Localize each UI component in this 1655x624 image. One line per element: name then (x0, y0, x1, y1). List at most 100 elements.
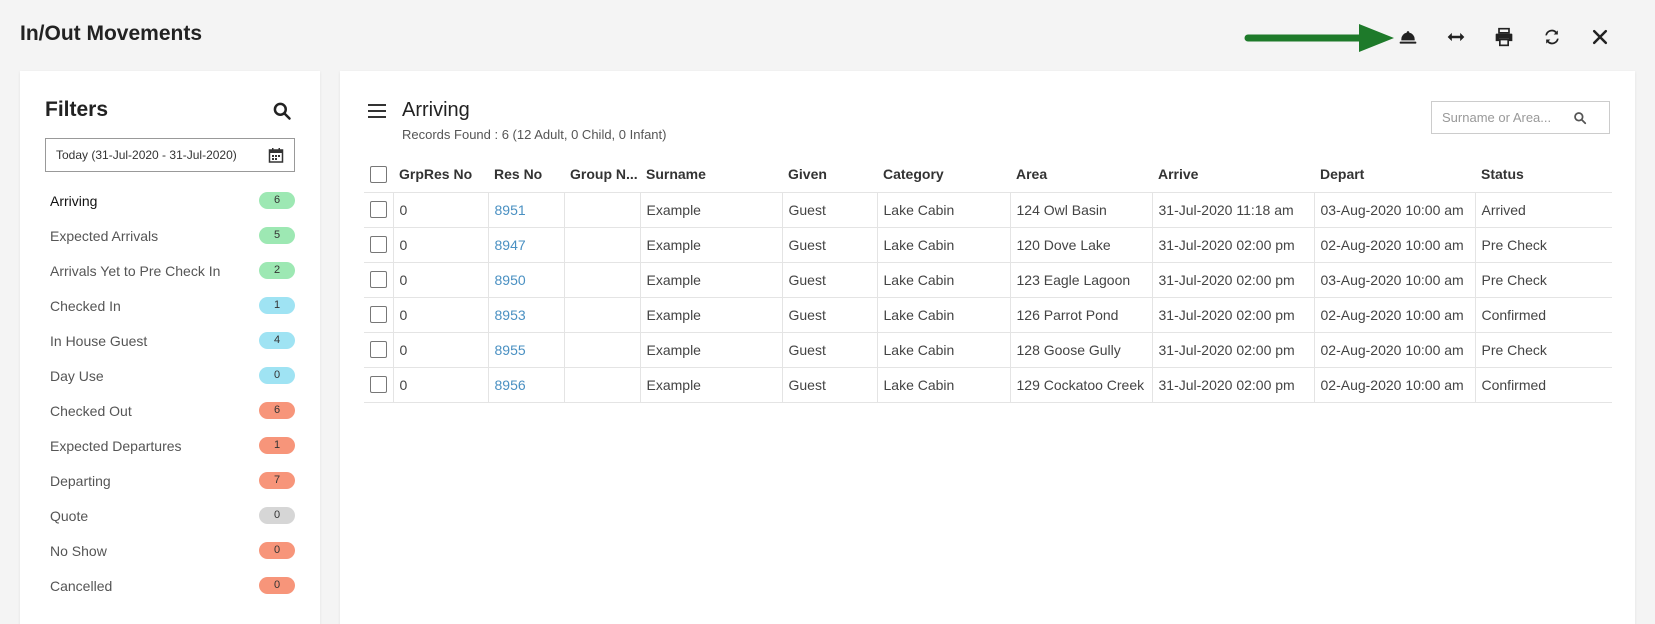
filter-item[interactable]: In House Guest 4 (50, 323, 295, 358)
count-badge: 6 (259, 402, 295, 419)
date-range-field[interactable]: Today (31-Jul-2020 - 31-Jul-2020) (45, 138, 295, 172)
table-row[interactable]: 0 8950 Example Guest Lake Cabin 123 Eagle Lag… (364, 262, 1612, 298)
filter-item[interactable]: Day Use 0 (50, 358, 295, 393)
row-checkbox[interactable] (370, 376, 387, 394)
search-input[interactable]: Surname or Area... (1431, 101, 1610, 134)
table-row[interactable]: 0 8947 Example Guest Lake Cabin 120 Dove Lake… (364, 227, 1612, 263)
filter-label: In House Guest (50, 332, 148, 349)
cell-grp: 0 (392, 227, 488, 263)
column-header[interactable]: Arrive (1152, 156, 1314, 193)
cell-area: 129 Cockatoo Creek (1009, 367, 1152, 403)
cell-res[interactable]: 8953 (487, 297, 564, 333)
cell-surname: Example (639, 227, 782, 263)
cell-res[interactable]: 8950 (487, 262, 564, 298)
cell-res[interactable]: 8955 (487, 332, 564, 368)
calendar-icon[interactable] (268, 147, 284, 163)
cell-res[interactable]: 8951 (487, 192, 564, 228)
column-header[interactable]: Given (782, 156, 877, 193)
row-checkbox[interactable] (370, 306, 387, 324)
select-all-checkbox[interactable] (370, 165, 387, 183)
filter-label: Checked In (50, 297, 121, 314)
filter-item[interactable]: Cancelled 0 (50, 568, 295, 603)
bell-icon[interactable] (1393, 24, 1423, 50)
select-all-checkbox-cell[interactable] (364, 156, 393, 193)
column-header[interactable]: Depart (1314, 156, 1475, 193)
cell-arrive: 31-Jul-2020 02:00 pm (1151, 227, 1314, 263)
table-row[interactable]: 0 8953 Example Guest Lake Cabin 126 Parrot Po… (364, 297, 1612, 333)
table-header: GrpRes No Res No Group N... Surname Given Cat… (364, 156, 1612, 193)
filter-item[interactable]: Quote 0 (50, 498, 295, 533)
column-header[interactable]: Area (1010, 156, 1152, 193)
printer-icon[interactable] (1489, 24, 1519, 50)
row-checkbox[interactable] (370, 236, 387, 254)
refresh-icon[interactable] (1537, 24, 1567, 50)
filter-label: Arriving (50, 192, 98, 209)
cell-res[interactable]: 8947 (487, 227, 564, 263)
filter-item[interactable]: Expected Departures 1 (50, 428, 295, 463)
cell-arrive: 31-Jul-2020 11:18 am (1151, 192, 1314, 228)
cell-arrive: 31-Jul-2020 02:00 pm (1151, 367, 1314, 403)
filter-item[interactable]: Expected Arrivals 5 (50, 218, 295, 253)
column-header[interactable]: Res No (488, 156, 564, 193)
cell-group (563, 297, 640, 333)
filter-label: Quote (50, 507, 89, 524)
cell-surname: Example (639, 367, 782, 403)
cell-area: 126 Parrot Pond (1009, 297, 1152, 333)
page-title: In/Out Movements (20, 22, 203, 45)
cell-depart: 02-Aug-2020 10:00 am (1313, 367, 1475, 403)
records-found: Records Found : 6 (12 Adult, 0 Child, 0 … (402, 127, 667, 142)
cell-group (563, 332, 640, 368)
cell-grp: 0 (392, 192, 488, 228)
row-checkbox-cell (364, 262, 393, 298)
row-checkbox-cell (364, 192, 393, 228)
annotation-arrow (1244, 24, 1394, 52)
filter-item[interactable]: Arrivals Yet to Pre Check In 2 (50, 253, 295, 288)
cell-res[interactable]: 8956 (487, 367, 564, 403)
column-header[interactable]: Surname (640, 156, 782, 193)
table-row[interactable]: 0 8956 Example Guest Lake Cabin 129 Cockatoo … (364, 367, 1612, 403)
cell-depart: 02-Aug-2020 10:00 am (1313, 332, 1475, 368)
filter-item[interactable]: Checked In 1 (50, 288, 295, 323)
cell-grp: 0 (392, 262, 488, 298)
cell-surname: Example (639, 262, 782, 298)
cell-status: Confirmed (1474, 297, 1612, 333)
filter-item[interactable]: Arriving 6 (50, 183, 295, 218)
filter-item[interactable]: Checked Out 6 (50, 393, 295, 428)
column-header[interactable]: Group N... (564, 156, 640, 193)
row-checkbox[interactable] (370, 271, 387, 289)
filter-label: Day Use (50, 367, 104, 384)
date-range-value: Today (31-Jul-2020 - 31-Jul-2020) (56, 148, 237, 162)
search-icon[interactable] (1573, 111, 1587, 125)
filter-list: Arriving 6 Expected Arrivals 5 Arrivals Yet … (50, 183, 295, 603)
row-checkbox-cell (364, 297, 393, 333)
close-icon[interactable] (1585, 24, 1615, 50)
cell-given: Guest (781, 262, 877, 298)
table-row[interactable]: 0 8955 Example Guest Lake Cabin 128 Goose Gul… (364, 332, 1612, 368)
cell-given: Guest (781, 297, 877, 333)
cell-given: Guest (781, 227, 877, 263)
cell-grp: 0 (392, 297, 488, 333)
cell-group (563, 262, 640, 298)
filter-item[interactable]: Departing 7 (50, 463, 295, 498)
cell-status: Arrived (1474, 192, 1612, 228)
filter-item[interactable]: No Show 0 (50, 533, 295, 568)
cell-category: Lake Cabin (876, 367, 1010, 403)
count-badge: 6 (259, 192, 295, 209)
filter-label: Cancelled (50, 577, 113, 594)
hamburger-menu-icon[interactable] (368, 104, 386, 120)
cell-surname: Example (639, 297, 782, 333)
search-icon[interactable] (272, 101, 292, 121)
count-badge: 0 (259, 367, 295, 384)
column-header[interactable]: Category (877, 156, 1010, 193)
column-header[interactable]: Status (1475, 156, 1612, 193)
table-row[interactable]: 0 8951 Example Guest Lake Cabin 124 Owl Basin… (364, 192, 1612, 228)
cell-category: Lake Cabin (876, 227, 1010, 263)
cell-category: Lake Cabin (876, 192, 1010, 228)
row-checkbox[interactable] (370, 341, 387, 359)
row-checkbox[interactable] (370, 201, 387, 219)
arrows-horizontal-icon[interactable] (1441, 24, 1471, 50)
main-panel: Arriving Records Found : 6 (12 Adult, 0 … (340, 71, 1635, 624)
count-badge: 4 (259, 332, 295, 349)
column-header[interactable]: GrpRes No (393, 156, 488, 193)
count-badge: 0 (259, 507, 295, 524)
